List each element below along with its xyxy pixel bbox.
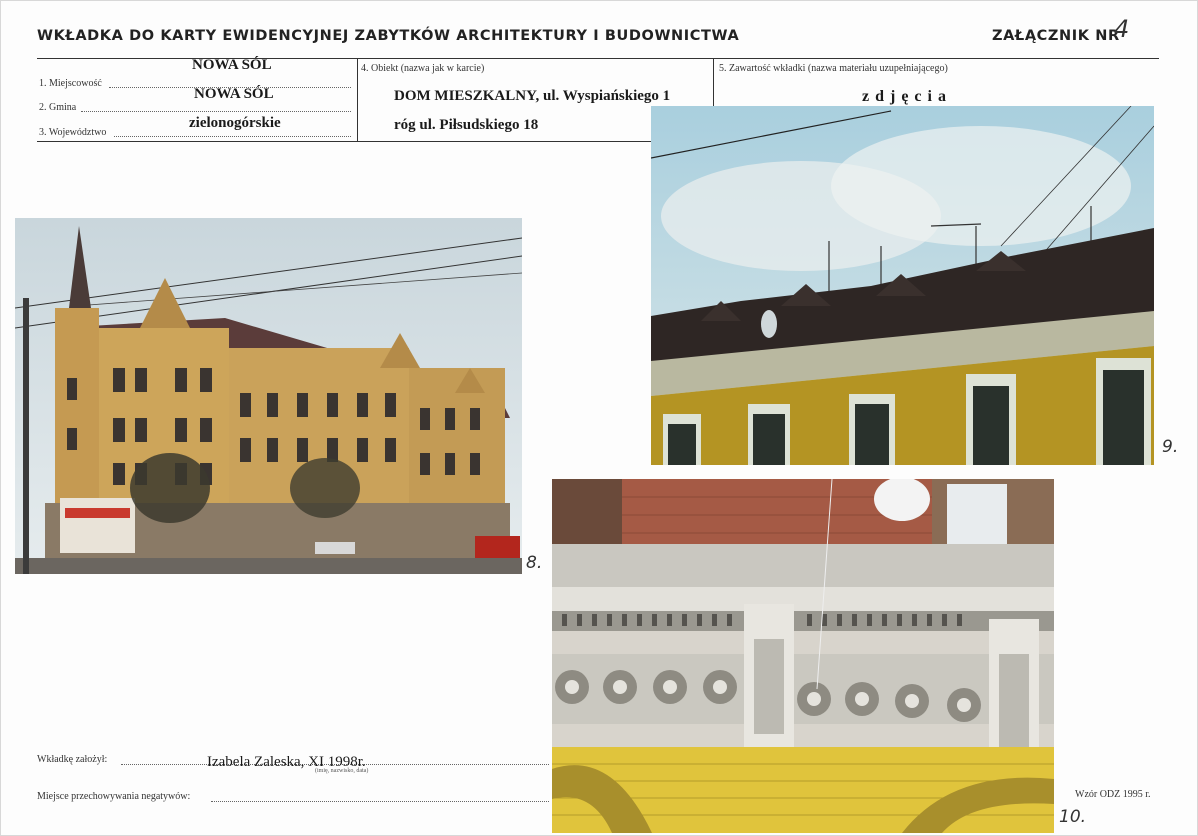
locality-value: NOWA SÓL [192,57,272,73]
document-title: WKŁADKA DO KARTY EWIDENCYJNEJ ZABYTKÓW A… [37,28,740,44]
divider-col2 [713,59,714,107]
voivodeship-value: zielonogórskie [189,115,281,131]
negatives-label: Miejsce przechowywania negatywów: [37,791,191,802]
commune-line [81,111,351,112]
photo-9-roofline [651,106,1154,465]
form-model: Wzór ODZ 1995 r. [1075,789,1151,800]
photo-8-image [15,218,522,574]
content-label: 5. Zawartość wkładki (nazwa materiału uz… [719,63,948,74]
created-by-label: Wkładkę założył: [37,754,108,765]
object-line-2: róg ul. Piłsudskiego 18 [394,117,539,133]
commune-value: NOWA SÓL [194,86,274,102]
divider-col1 [357,59,358,141]
photo-10-number: 10. [1059,807,1087,827]
object-label: 4. Obiekt (nazwa jak w karcie) [361,63,485,74]
inventory-card-insert: WKŁADKA DO KARTY EWIDENCYJNEJ ZABYTKÓW A… [0,0,1198,836]
content-value: z d j ę c i a [862,88,947,105]
voivodeship-label: 3. Województwo [39,127,107,138]
voivodeship-line [114,136,351,137]
photo-9-image [651,106,1154,465]
fields-bottom-rule [37,141,651,142]
photo-10-cornice-detail [552,479,1054,833]
photo-8-building-corner [15,218,522,574]
commune-label: 2. Gmina [39,102,77,113]
annex-label: ZAŁĄCZNIK NR [992,28,1120,44]
created-by-hint: (imię, nazwisko, data) [315,768,369,774]
annex-number: 4 [1114,15,1130,43]
negatives-line [211,801,549,802]
object-line-1: DOM MIESZKALNY, ul. Wyspiańskiego 1 [394,88,671,104]
photo-10-image [552,479,1054,833]
photo-9-number: 9. [1162,437,1179,457]
photo-8-number: 8. [526,553,543,573]
locality-label: 1. Miejscowość [39,78,102,89]
